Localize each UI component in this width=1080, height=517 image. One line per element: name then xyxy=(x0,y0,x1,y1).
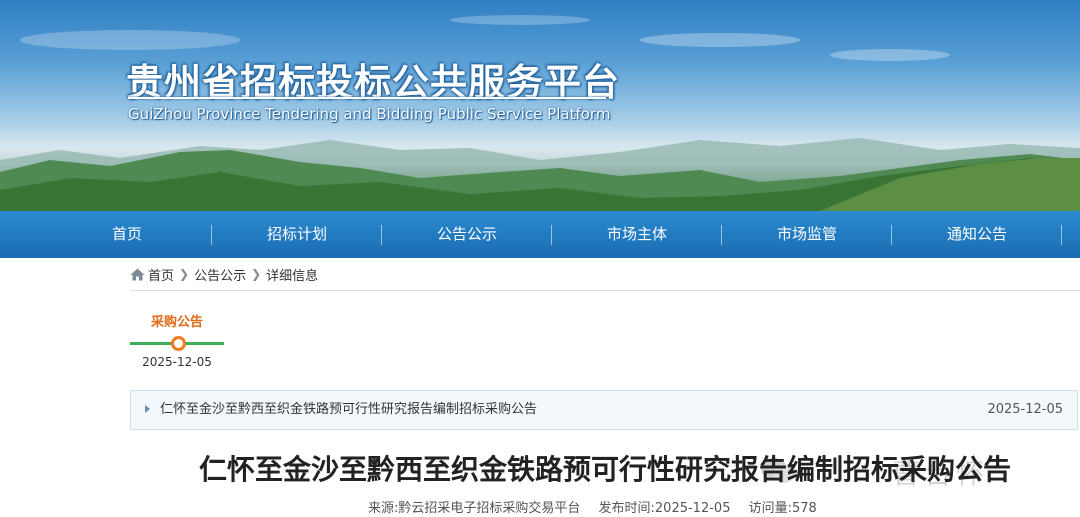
article-source: 来源:黔云招采电子招标采购交易平台 xyxy=(368,501,581,516)
header-banner: 贵州省招标投标公共服务平台 GuiZhou Province Tendering… xyxy=(0,0,1080,211)
announcement-row[interactable]: 仁怀至金沙至黔西至织金铁路预可行性研究报告编制招标采购公告 2025-12-05 xyxy=(130,390,1078,430)
article-meta: 来源:黔云招采电子招标采购交易平台 发布时间:2025-12-05 访问量:57… xyxy=(368,497,831,516)
breadcrumb-current: 详细信息 xyxy=(266,268,319,284)
nav-item-market-supervision[interactable]: 市场监管 xyxy=(722,211,892,258)
timeline-node-icon[interactable] xyxy=(171,336,186,351)
chevron-right-icon: ❯ xyxy=(251,267,262,281)
nav-item-announcements[interactable]: 公告公示 xyxy=(382,211,552,258)
nav-item-market-entities[interactable]: 市场主体 xyxy=(552,211,722,258)
announcement-title-link[interactable]: 仁怀至金沙至黔西至织金铁路预可行性研究报告编制招标采购公告 xyxy=(160,391,537,429)
breadcrumb-announcements-link[interactable]: 公告公示 xyxy=(194,265,246,284)
announcement-date: 2025-12-05 xyxy=(987,402,1063,417)
article-view-count: 访问量:578 xyxy=(748,501,817,516)
site-subtitle: GuiZhou Province Tendering and Bidding P… xyxy=(128,105,611,123)
home-icon xyxy=(130,268,145,280)
nav-item-home[interactable]: 首页 xyxy=(42,211,212,258)
triangle-right-icon xyxy=(145,405,150,413)
chevron-right-icon: ❯ xyxy=(179,267,190,281)
nav-divider xyxy=(1061,225,1062,245)
procurement-timeline: 采购公告 2025-12-05 xyxy=(130,305,224,375)
title-divider xyxy=(128,97,606,99)
nav-item-notices[interactable]: 通知公告 xyxy=(892,211,1062,258)
breadcrumb: 首页 ❯ 公告公示 ❯ 详细信息 xyxy=(130,258,1080,291)
article-publish-time: 发布时间:2025-12-05 xyxy=(598,501,731,516)
breadcrumb-home-link[interactable]: 首页 xyxy=(148,265,174,284)
nav-item-tender-plan[interactable]: 招标计划 xyxy=(212,211,382,258)
timeline-date: 2025-12-05 xyxy=(142,355,212,369)
article-title: 仁怀至金沙至黔西至织金铁路预可行性研究报告编制招标采购公告 xyxy=(198,453,1011,486)
timeline-stage-label[interactable]: 采购公告 xyxy=(130,311,224,330)
main-nav: 首页 招标计划 公告公示 市场主体 市场监管 通知公告 xyxy=(0,211,1080,258)
